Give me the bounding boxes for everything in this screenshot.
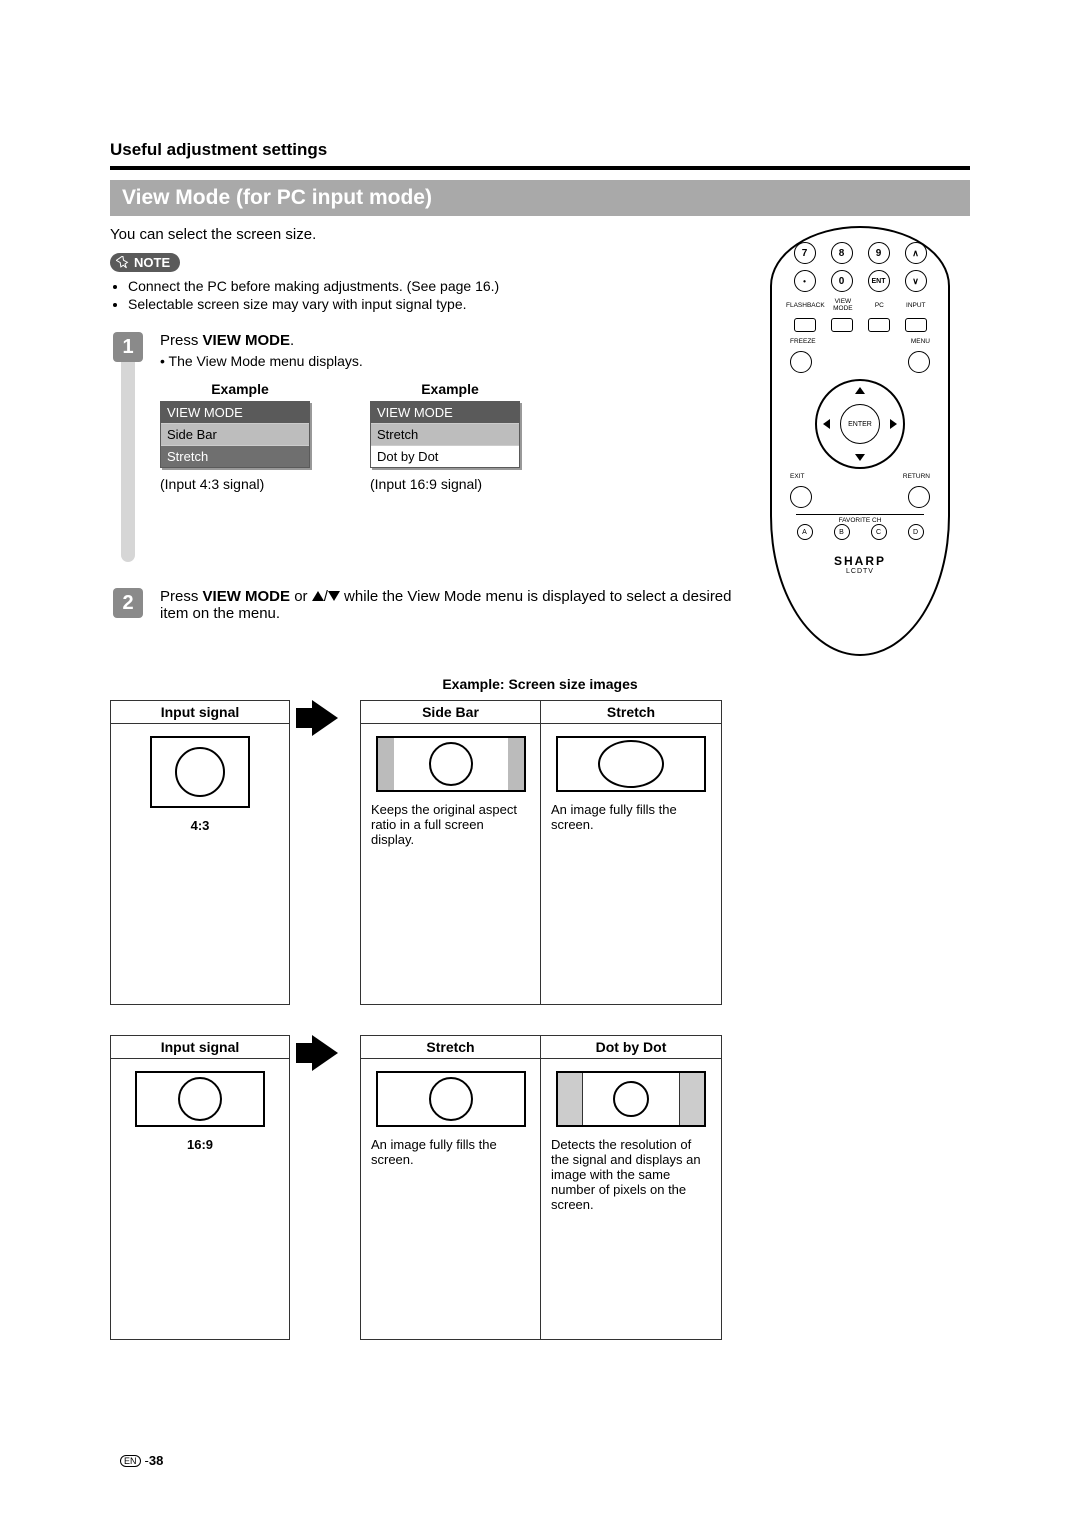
view-mode-menu-169: VIEW MODE Stretch Dot by Dot [370,401,520,468]
dpad-up-icon [855,387,865,394]
note-badge: NOTE [110,253,180,272]
view-mode-menu-43: VIEW MODE Side Bar Stretch [160,401,310,468]
screen-diagram-43 [150,736,250,808]
remote-button-flashback [794,318,816,332]
remote-button-input [905,318,927,332]
remote-button-return [908,486,930,508]
screen-diagram-169 [135,1071,265,1127]
dpad-left-icon [823,419,830,429]
remote-button-7: 7 [794,242,816,264]
step-2-text: Press VIEW MODE or / while the View Mode… [160,588,750,622]
step-number: 1 [113,332,143,362]
remote-brand-sub: LCDTV [786,568,934,575]
step-number: 2 [113,588,143,618]
divider [110,166,970,170]
step-1-text: Press VIEW MODE. [160,332,750,349]
remote-button-menu [908,351,930,373]
image-table-row-169: Input signal 16:9 Stretch An image fully… [110,1035,970,1340]
image-table-row-43: Input signal 4:3 Side Bar Keeps the orig… [110,700,970,1005]
arrow-right-icon [312,1035,338,1071]
remote-button-exit [790,486,812,508]
dpad-down-icon [855,454,865,461]
step-2: 2 Press VIEW MODE or / while the View Mo… [110,588,750,622]
remote-dpad: ENTER [815,379,905,469]
remote-brand: SHARP [786,554,934,568]
up-arrow-icon [312,591,324,601]
section-header: Useful adjustment settings [110,140,970,160]
menu-item: Dot by Dot [371,445,519,467]
remote-button-9: 9 [868,242,890,264]
remote-button-dot: • [794,270,816,292]
step-1: 1 Press VIEW MODE. • The View Mode menu … [110,332,750,562]
screen-diagram-stretch [556,736,706,792]
pin-icon [116,256,130,270]
menu-item: Stretch [161,445,309,467]
step-tail [121,362,135,562]
example-43: Example VIEW MODE Side Bar Stretch (Inpu… [160,381,320,492]
remote-button-0: 0 [831,270,853,292]
remote-button-enter: ENTER [840,404,880,444]
step-1-sub: • The View Mode menu displays. [160,353,750,369]
remote-diagram: 7 8 9 ∧ • 0 ENT ∨ FLASHBACK VIEW MODE PC… [770,226,950,656]
intro-text: You can select the screen size. [110,226,750,243]
example-169: Example VIEW MODE Stretch Dot by Dot (In… [370,381,530,492]
remote-button-fav-d: D [908,524,924,540]
remote-button-viewmode [831,318,853,332]
screen-diagram-dotbydot [556,1071,706,1127]
remote-button-fav-c: C [871,524,887,540]
menu-caption: (Input 4:3 signal) [160,476,320,492]
arrow-right-icon [312,700,338,736]
remote-button-freeze [790,351,812,373]
page-title: View Mode (for PC input mode) [110,180,970,216]
screen-diagram-sidebar [376,736,526,792]
page-footer: EN - 38 [120,1453,163,1468]
note-label: NOTE [134,255,170,270]
menu-item: Side Bar [161,423,309,445]
note-list: Connect the PC before making adjustments… [110,278,750,312]
remote-button-ent: ENT [868,270,890,292]
menu-caption: (Input 16:9 signal) [370,476,530,492]
remote-button-fav-b: B [834,524,850,540]
down-arrow-icon [328,591,340,601]
image-table-title: Example: Screen size images [110,676,970,692]
note-item: Selectable screen size may vary with inp… [128,296,750,312]
remote-button-fav-a: A [797,524,813,540]
menu-item: Stretch [371,423,519,445]
screen-diagram-stretch [376,1071,526,1127]
remote-button-8: 8 [831,242,853,264]
dpad-right-icon [890,419,897,429]
remote-button-pc [868,318,890,332]
note-item: Connect the PC before making adjustments… [128,278,750,294]
remote-button-ch-up: ∧ [905,242,927,264]
remote-button-ch-down: ∨ [905,270,927,292]
